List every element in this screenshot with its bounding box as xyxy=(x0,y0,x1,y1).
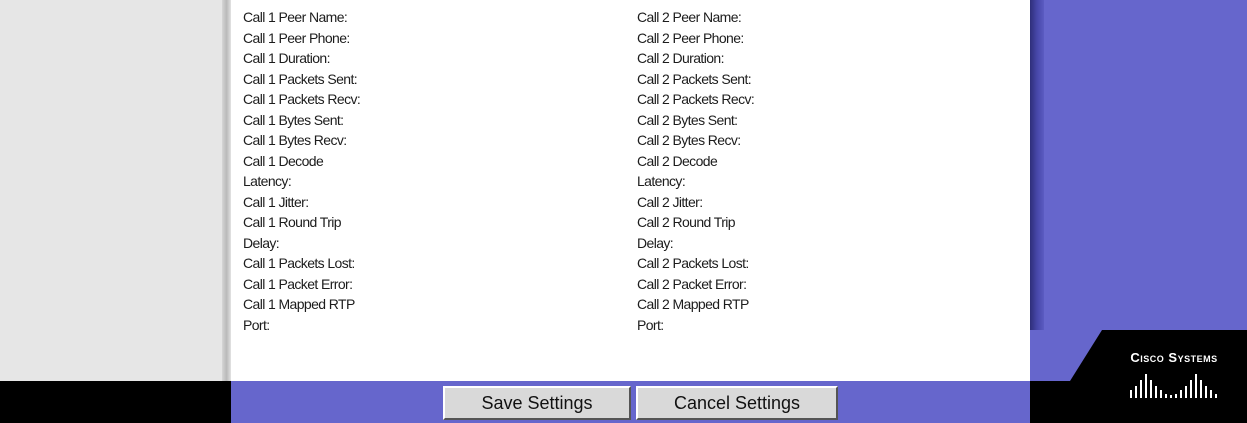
call2-bytes-recv-label: Call 2 Bytes Recv: xyxy=(637,132,741,148)
call2-jitter-label: Call 2 Jitter: xyxy=(637,193,703,210)
cancel-settings-button[interactable]: Cancel Settings xyxy=(636,386,838,420)
call2-bytes-sent-label: Call 2 Bytes Sent: xyxy=(637,111,738,128)
call1-packet-error-label: Call 1 Packet Error: xyxy=(243,275,353,292)
call1-jitter-label: Call 1 Jitter: xyxy=(243,193,309,210)
call1-packets-sent-label: Call 1 Packets Sent: xyxy=(243,70,358,87)
call2-packets-recv-label: Call 2 Packets Recv: xyxy=(637,91,755,107)
call2-duration-label: Call 2 Duration: xyxy=(637,50,724,66)
call2-peer-phone-label: Call 2 Peer Phone: xyxy=(637,29,744,46)
call2-mapped-rtp-port-label: Port: xyxy=(637,316,664,333)
call2-decode-label: Call 2 Decode xyxy=(637,152,718,169)
right-sidebar-panel xyxy=(1030,0,1247,381)
call2-peer-name-label: Call 2 Peer Name: xyxy=(637,9,742,25)
right-panel-divider xyxy=(1030,0,1044,381)
call1-decode-latency-label: Latency: xyxy=(243,173,292,189)
call1-decode-label: Call 1 Decode xyxy=(243,152,324,169)
call1-peer-name-label: Call 1 Peer Name: xyxy=(243,9,348,25)
cisco-systems-wordmark: Cisco Systems xyxy=(1130,350,1218,365)
cisco-bridge-icon xyxy=(1130,374,1217,398)
call1-round-trip-label: Call 1 Round Trip xyxy=(243,214,342,230)
call1-packets-recv-label: Call 1 Packets Recv: xyxy=(243,91,361,107)
call2-round-trip-delay-label: Delay: xyxy=(637,234,674,251)
footer-left-block xyxy=(0,381,231,423)
call-statistics-panel: Call 1 Peer Name: Call 1 Peer Phone: Cal… xyxy=(231,0,1030,381)
left-sidebar-panel xyxy=(0,0,226,381)
call2-packet-error-label: Call 2 Packet Error: xyxy=(637,275,747,292)
call1-mapped-rtp-label: Call 1 Mapped RTP xyxy=(243,296,355,312)
call2-decode-latency-label: Latency: xyxy=(637,173,686,189)
call2-stats-column: Call 2 Peer Name: Call 2 Peer Phone: Cal… xyxy=(637,7,755,335)
call2-packets-lost-label: Call 2 Packets Lost: xyxy=(637,255,749,271)
call1-peer-phone-label: Call 1 Peer Phone: xyxy=(243,29,350,46)
call2-round-trip-label: Call 2 Round Trip xyxy=(637,214,736,230)
call1-bytes-sent-label: Call 1 Bytes Sent: xyxy=(243,111,344,128)
call2-mapped-rtp-label: Call 2 Mapped RTP xyxy=(637,296,749,312)
call2-packets-sent-label: Call 2 Packets Sent: xyxy=(637,70,752,87)
call1-round-trip-delay-label: Delay: xyxy=(243,234,280,251)
call1-stats-column: Call 1 Peer Name: Call 1 Peer Phone: Cal… xyxy=(243,7,361,335)
call1-mapped-rtp-port-label: Port: xyxy=(243,316,270,333)
left-panel-divider xyxy=(222,0,231,381)
call1-packets-lost-label: Call 1 Packets Lost: xyxy=(243,255,355,271)
save-settings-button[interactable]: Save Settings xyxy=(443,386,631,420)
call1-bytes-recv-label: Call 1 Bytes Recv: xyxy=(243,132,347,148)
call1-duration-label: Call 1 Duration: xyxy=(243,50,330,66)
